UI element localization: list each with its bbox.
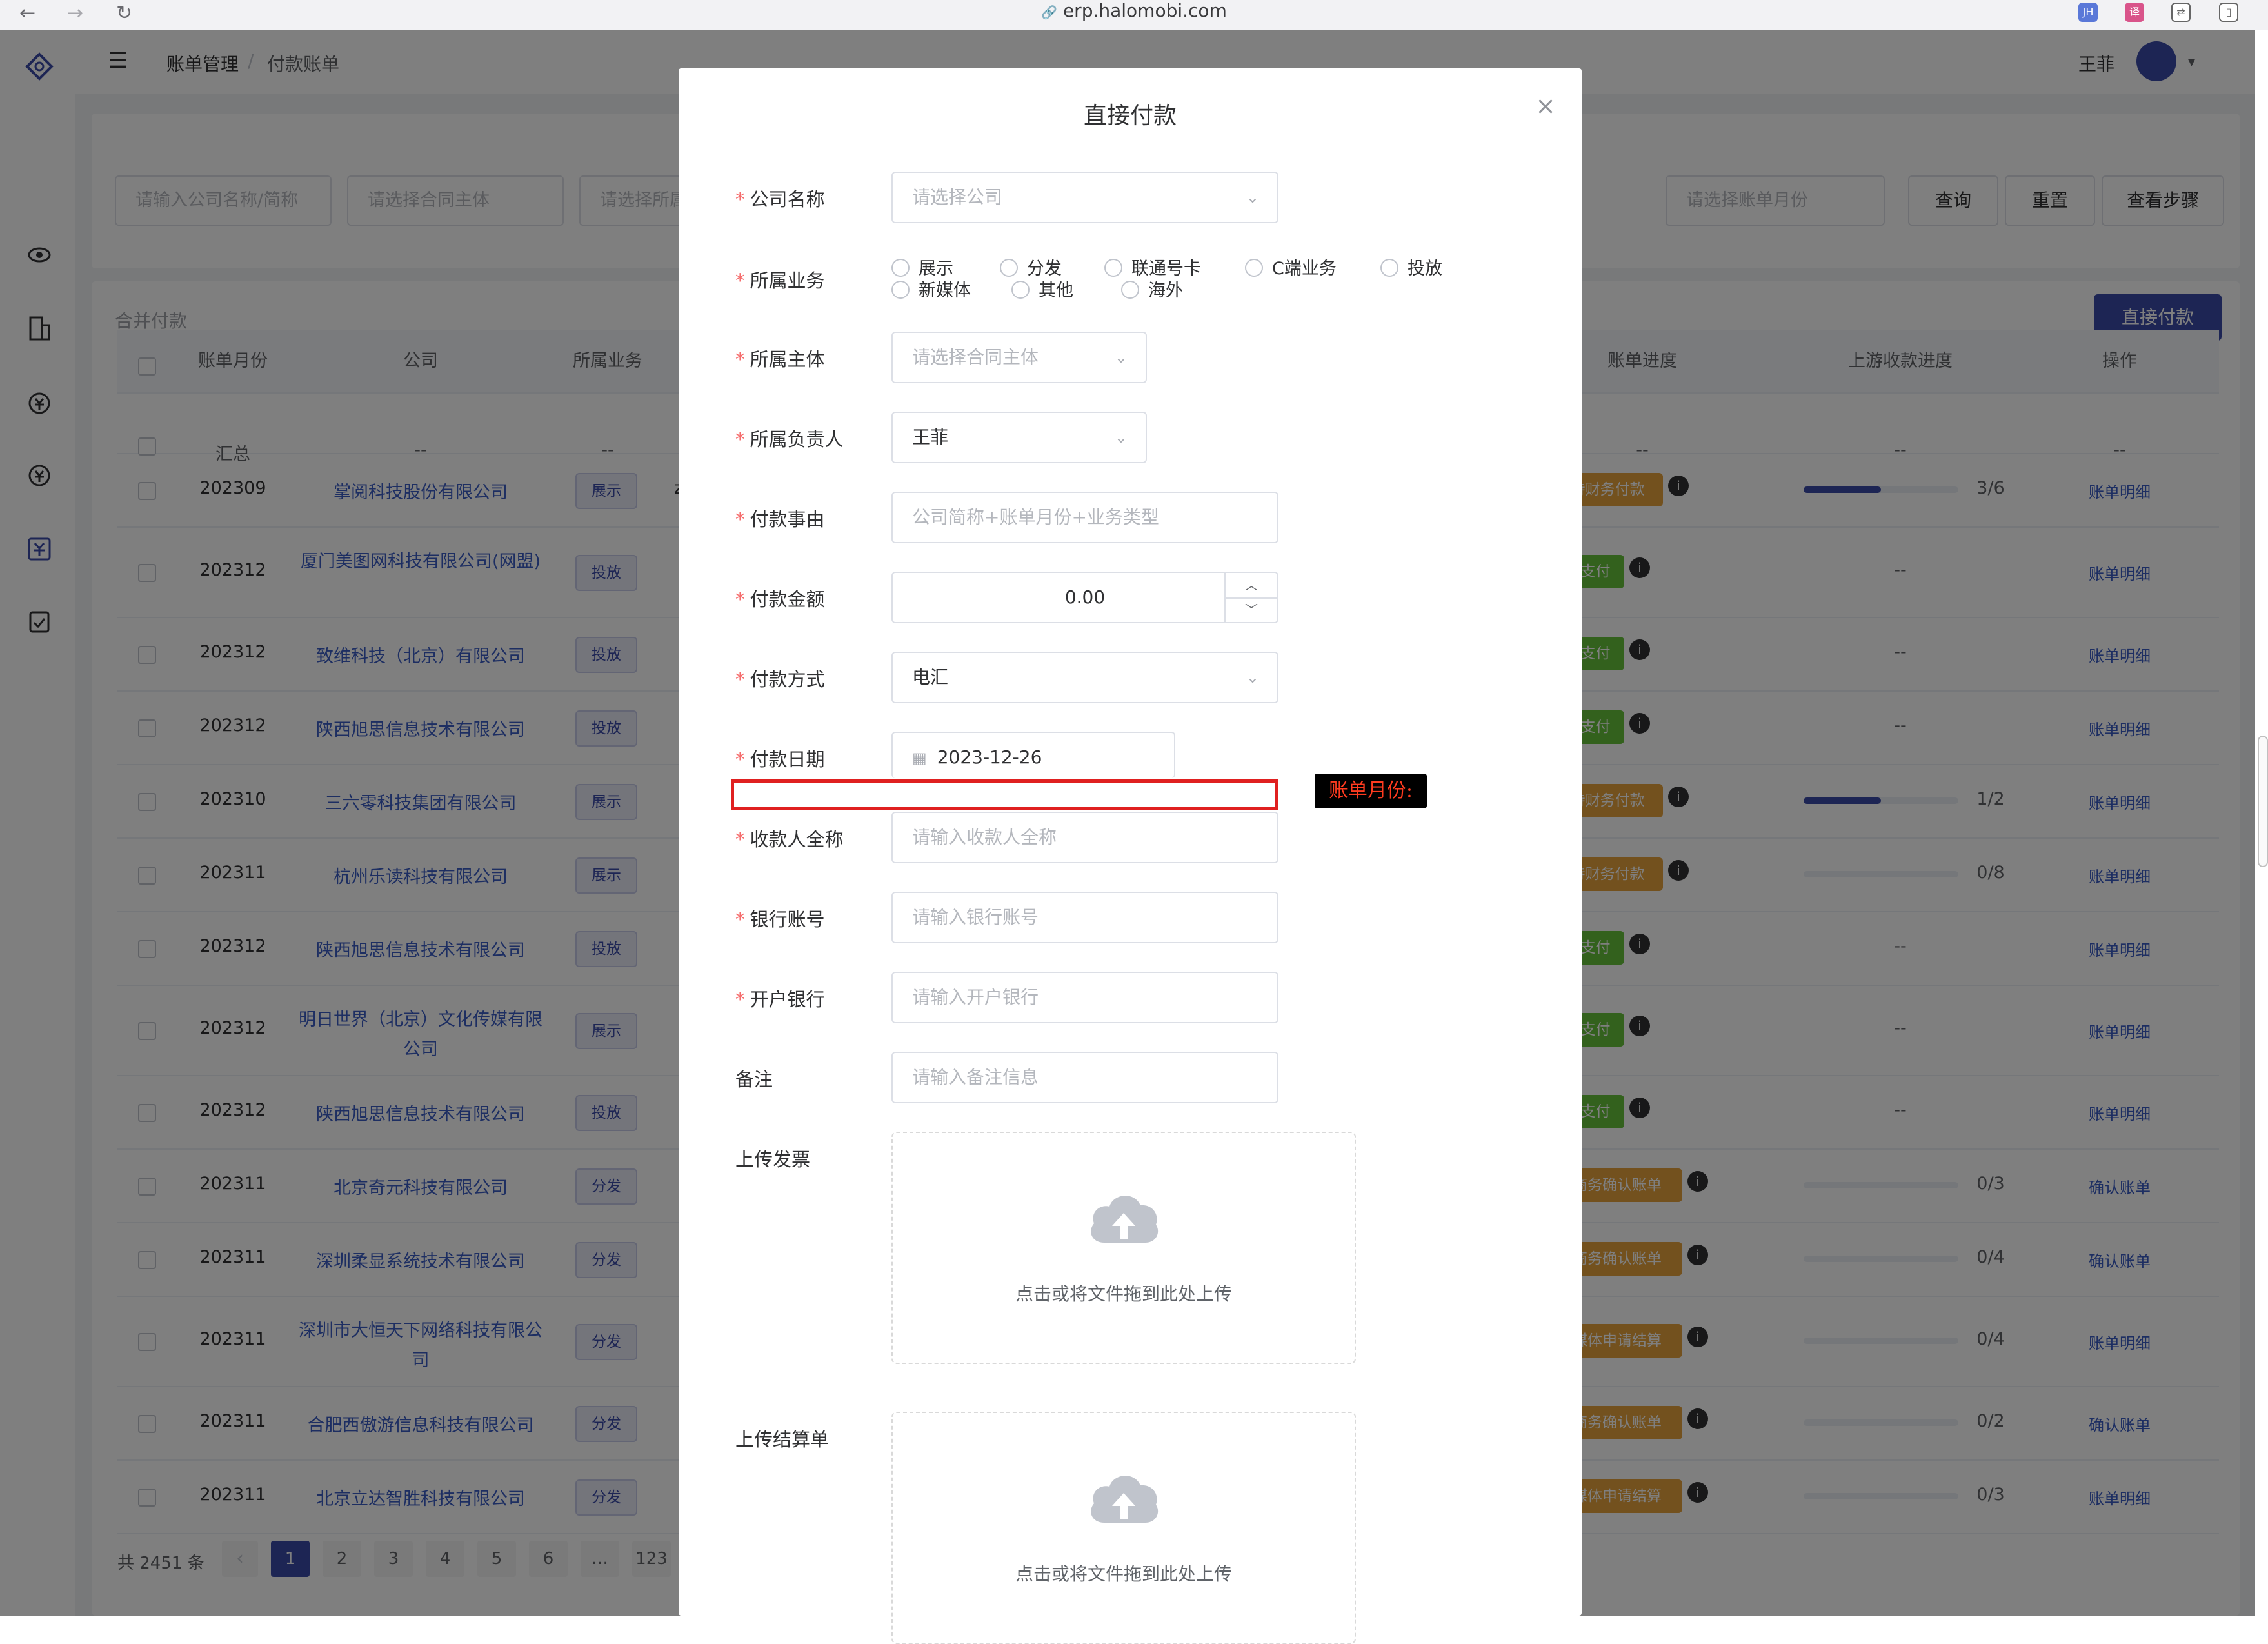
- bank-account-input[interactable]: 请输入银行账号: [891, 892, 1278, 943]
- entity-label-text: 所属主体: [750, 348, 825, 370]
- translate-extension-icon[interactable]: 译: [2125, 3, 2144, 22]
- statement-upload-hint: 点击或将文件拖到此处上传: [1015, 1563, 1232, 1585]
- extension-jh-icon[interactable]: JH: [2078, 3, 2098, 22]
- method-select-value: 电汇: [912, 667, 949, 688]
- amount-increase-button[interactable]: ︿: [1224, 573, 1277, 599]
- company-label: * 公司名称: [735, 185, 825, 212]
- cloud-upload-icon: [1091, 1196, 1159, 1243]
- method-select[interactable]: 电汇 ⌄: [891, 652, 1278, 703]
- owner-select-value: 王菲: [912, 426, 949, 448]
- annotation-label: 账单月份:: [1315, 774, 1427, 808]
- page-scrollbar[interactable]: [2258, 736, 2268, 867]
- radio-label: 其他: [1039, 281, 1073, 301]
- radio-circle: [1380, 259, 1398, 277]
- owner-label: * 所属负责人: [735, 425, 844, 452]
- address-bar[interactable]: 🔗 erp.halomobi.com: [0, 0, 2268, 30]
- required-mark: *: [735, 748, 745, 770]
- required-mark: *: [735, 508, 745, 530]
- date-picker[interactable]: ▦ 2023-12-26: [891, 732, 1175, 778]
- radio-circle: [891, 259, 910, 277]
- amount-label: * 付款金额: [735, 585, 825, 612]
- statement-upload-dropzone[interactable]: 点击或将文件拖到此处上传: [891, 1412, 1356, 1644]
- required-mark: *: [735, 348, 745, 370]
- required-mark: *: [735, 270, 745, 292]
- entity-select[interactable]: 请选择合同主体 ⌄: [891, 332, 1147, 383]
- radio-label: C端业务: [1272, 259, 1337, 279]
- required-mark: *: [735, 828, 745, 850]
- dialog-title: 直接付款: [1083, 103, 1177, 129]
- sidebar-toggle-icon[interactable]: ▯: [2219, 3, 2238, 22]
- reason-label: * 付款事由: [735, 505, 825, 532]
- owner-label-text: 所属负责人: [750, 428, 844, 450]
- payee-input[interactable]: 请输入收款人全称: [891, 812, 1278, 863]
- radio-label: 投放: [1408, 259, 1442, 279]
- required-mark: *: [735, 668, 745, 690]
- payee-label-text: 收款人全称: [750, 828, 844, 850]
- required-mark: *: [735, 988, 745, 1010]
- radio-circle: [1121, 281, 1139, 299]
- reason-input[interactable]: 公司简称+账单月份+业务类型: [891, 492, 1278, 543]
- company-select-placeholder: 请选择公司: [912, 186, 1003, 208]
- date-label: * 付款日期: [735, 745, 825, 772]
- method-label: * 付款方式: [735, 665, 825, 692]
- remark-label: 备注: [735, 1068, 773, 1090]
- highlight-box: [731, 779, 1278, 810]
- chevron-down-icon: ⌄: [1246, 188, 1259, 206]
- required-mark: *: [735, 428, 745, 450]
- business-label: * 所属业务: [735, 266, 825, 293]
- required-mark: *: [735, 908, 745, 930]
- radio-circle: [1104, 259, 1122, 277]
- calendar-icon: ▦: [912, 749, 927, 767]
- business-radio-option[interactable]: C端业务: [1245, 254, 1337, 279]
- amount-decrease-button[interactable]: ﹀: [1224, 597, 1277, 622]
- amount-label-text: 付款金额: [750, 588, 825, 610]
- account-label: * 银行账号: [735, 905, 825, 932]
- amount-value: 0.00: [1064, 586, 1106, 608]
- date-value: 2023-12-26: [937, 747, 1042, 768]
- business-radio-option[interactable]: 新媒体: [891, 276, 971, 301]
- company-select[interactable]: 请选择公司 ⌄: [891, 172, 1278, 223]
- date-label-text: 付款日期: [750, 748, 825, 770]
- reason-label-text: 付款事由: [750, 508, 825, 530]
- invoice-upload-dropzone[interactable]: 点击或将文件拖到此处上传: [891, 1132, 1356, 1364]
- close-icon[interactable]: ×: [1535, 92, 1556, 120]
- radio-circle: [1000, 259, 1018, 277]
- chevron-down-icon: ⌄: [1114, 348, 1128, 366]
- link-icon: 🔗: [1041, 5, 1058, 20]
- amount-input[interactable]: 0.00 ︿ ﹀: [891, 572, 1278, 623]
- business-radio-option[interactable]: 海外: [1121, 276, 1183, 301]
- statement-upload-label: 上传结算单: [735, 1428, 830, 1450]
- tab-switch-icon[interactable]: ⇄: [2171, 3, 2191, 22]
- cloud-upload-icon: [1091, 1476, 1159, 1523]
- payee-label: * 收款人全称: [735, 825, 844, 852]
- business-radio-option[interactable]: 其他: [1011, 276, 1073, 301]
- radio-circle: [891, 281, 910, 299]
- bank-input[interactable]: 请输入开户银行: [891, 972, 1278, 1023]
- entity-select-placeholder: 请选择合同主体: [912, 346, 1039, 368]
- method-label-text: 付款方式: [750, 668, 825, 690]
- browser-toolbar: ← → ↻ 🔗 erp.halomobi.com JH 译 ⇄ ▯: [0, 0, 2268, 30]
- business-radio-option[interactable]: 投放: [1380, 254, 1442, 279]
- invoice-upload-label: 上传发票: [735, 1148, 811, 1170]
- required-mark: *: [735, 188, 745, 210]
- remark-input[interactable]: 请输入备注信息: [891, 1052, 1278, 1103]
- bank-label-text: 开户银行: [750, 988, 825, 1010]
- url-text: erp.halomobi.com: [1062, 0, 1227, 21]
- chevron-down-icon: ⌄: [1114, 428, 1128, 446]
- business-label-text: 所属业务: [750, 270, 825, 292]
- entity-label: * 所属主体: [735, 345, 825, 372]
- company-label-text: 公司名称: [750, 188, 825, 210]
- account-label-text: 银行账号: [750, 908, 825, 930]
- owner-select[interactable]: 王菲 ⌄: [891, 412, 1147, 463]
- radio-circle: [1245, 259, 1263, 277]
- chevron-down-icon: ⌄: [1246, 668, 1259, 687]
- invoice-upload-hint: 点击或将文件拖到此处上传: [1015, 1283, 1232, 1305]
- radio-circle: [1011, 281, 1030, 299]
- bank-label: * 开户银行: [735, 985, 825, 1012]
- radio-label: 新媒体: [919, 281, 971, 301]
- radio-label: 海外: [1148, 281, 1183, 301]
- required-mark: *: [735, 588, 745, 610]
- direct-pay-dialog: 直接付款 × * 公司名称 请选择公司 ⌄ * 所属业务 展示 分发 联通号卡 C端业务 投放…: [679, 68, 1582, 1644]
